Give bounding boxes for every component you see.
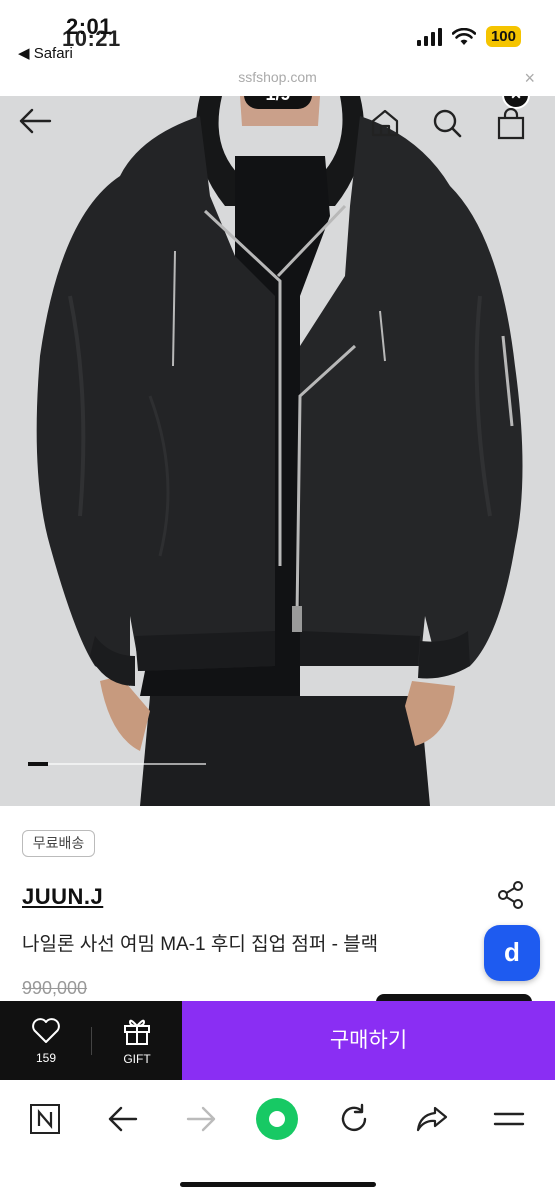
original-price: 990,000 xyxy=(22,978,88,998)
gift-icon xyxy=(124,1019,150,1045)
search-icon[interactable] xyxy=(432,108,472,148)
home-indicator xyxy=(180,1182,376,1187)
wifi-icon xyxy=(451,27,476,45)
heart-icon xyxy=(32,1018,60,1043)
url-bar[interactable]: ssfshop.com × xyxy=(0,68,555,96)
back-arrow-icon[interactable] xyxy=(18,108,58,148)
browser-toolbar xyxy=(0,1080,555,1200)
back-to-safari-link[interactable]: ◀ Safari xyxy=(18,44,73,62)
free-shipping-badge: 무료배송 xyxy=(22,830,95,857)
shopping-bag-icon[interactable] xyxy=(496,108,536,148)
gift-button[interactable]: GIFT xyxy=(108,1017,166,1069)
product-name: 나일론 사선 여밈 MA-1 후디 집업 점퍼 - 블랙 xyxy=(22,934,379,955)
product-image-gallery[interactable]: 1/9 × xyxy=(0,96,555,806)
purchase-bar: 159 GIFT 구매하기 xyxy=(0,1001,555,1080)
status-bar: 2:01 10:21 ◀ Safari 100 xyxy=(0,0,555,68)
gallery-progress-fill xyxy=(28,762,48,766)
secondary-actions: 159 GIFT xyxy=(0,1001,182,1080)
back-arrow-icon[interactable] xyxy=(100,1096,146,1142)
menu-icon[interactable] xyxy=(486,1096,532,1142)
divider xyxy=(91,1027,92,1055)
forward-arrow-icon[interactable] xyxy=(178,1096,224,1142)
share-icon[interactable] xyxy=(409,1096,455,1142)
product-photo xyxy=(0,96,555,806)
gallery-progress-track xyxy=(28,763,206,765)
gift-label: GIFT xyxy=(123,1052,151,1066)
share-icon[interactable] xyxy=(496,880,526,910)
like-button[interactable]: 159 xyxy=(18,1017,74,1069)
buy-button[interactable]: 구매하기 xyxy=(182,1001,555,1080)
like-count: 159 xyxy=(35,1051,57,1065)
status-icons: 100 xyxy=(416,26,521,47)
battery-indicator: 100 xyxy=(485,26,521,47)
brand-link[interactable]: JUUN.J xyxy=(22,884,103,910)
green-circle-icon[interactable] xyxy=(254,1096,300,1142)
reload-icon[interactable] xyxy=(331,1096,377,1142)
url-text: ssfshop.com xyxy=(238,69,317,85)
n-icon[interactable] xyxy=(22,1096,68,1142)
url-close-icon[interactable]: × xyxy=(524,68,535,89)
gallery-page-counter: 1/9 xyxy=(244,96,312,109)
home-icon[interactable] xyxy=(370,108,410,148)
cellular-signal-icon xyxy=(416,27,442,46)
floating-d-button[interactable]: d xyxy=(484,925,540,981)
